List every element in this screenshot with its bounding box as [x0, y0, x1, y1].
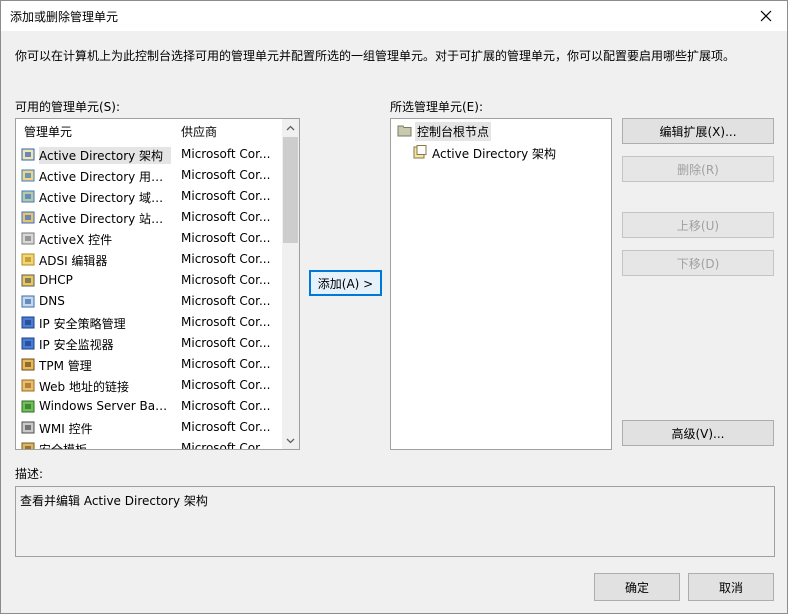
close-icon [760, 10, 772, 22]
list-item-vendor: Microsoft Cor... [181, 315, 271, 329]
scroll-thumb[interactable] [283, 137, 298, 243]
list-item[interactable]: ActiveX 控件 Microsoft Cor... [16, 228, 281, 249]
list-item-name: ActiveX 控件 [39, 233, 113, 247]
selected-snapins-tree[interactable]: 控制台根节点 Active Directory 架构 [390, 118, 612, 450]
list-item-name: Active Directory 站点... [39, 212, 171, 226]
chevron-down-icon [286, 438, 295, 443]
list-item-vendor: Microsoft Cor... [181, 168, 271, 182]
list-item[interactable]: DNS Microsoft Cor... [16, 291, 281, 312]
list-item[interactable]: Active Directory 架构 Microsoft Cor... [16, 144, 281, 165]
folder-icon [397, 125, 412, 137]
tpm-icon [21, 358, 35, 371]
list-item[interactable]: Web 地址的链接 Microsoft Cor... [16, 375, 281, 396]
cancel-button[interactable]: 取消 [688, 573, 774, 601]
list-item-vendor: Microsoft Cor... [181, 273, 271, 287]
list-item-name: Active Directory 架构 [39, 147, 171, 164]
list-item[interactable]: Active Directory 站点... Microsoft Cor... [16, 207, 281, 228]
column-header-vendor[interactable]: 供应商 [181, 123, 217, 140]
add-button[interactable]: 添加(A) > [309, 270, 382, 296]
schema-icon [21, 148, 35, 161]
list-item-vendor: Microsoft Cor... [181, 420, 271, 434]
list-item[interactable]: DHCP Microsoft Cor... [16, 270, 281, 291]
ipsec-monitor-icon [21, 337, 35, 350]
list-item-vendor: Microsoft Cor... [181, 357, 271, 371]
list-item-vendor: Microsoft Cor... [181, 252, 271, 266]
list-item-vendor: Microsoft Cor... [181, 189, 271, 203]
list-item-name: Active Directory 域和... [39, 191, 171, 205]
adsi-icon [21, 253, 35, 266]
dhcp-icon [21, 274, 35, 287]
sites-icon [21, 211, 35, 224]
window-title: 添加或删除管理单元 [10, 10, 119, 24]
selected-label: 所选管理单元(E): [390, 100, 483, 114]
advanced-button[interactable]: 高级(V)... [622, 420, 774, 446]
list-item[interactable]: Windows Server Bac... Microsoft Cor... [16, 396, 281, 417]
users-icon [21, 169, 35, 182]
activex-icon [21, 232, 35, 245]
scroll-down-button[interactable] [282, 432, 299, 449]
domains-icon [21, 190, 35, 203]
list-item-name: Active Directory 用户... [39, 170, 171, 184]
list-item[interactable]: 安全模板 Microsoft Cor... [16, 438, 281, 450]
description-text: 查看并编辑 Active Directory 架构 [20, 494, 208, 508]
list-item-vendor: Microsoft Cor... [181, 294, 271, 308]
move-down-button[interactable]: 下移(D) [622, 250, 774, 276]
chevron-up-icon [286, 125, 295, 130]
web-link-icon [21, 379, 35, 392]
available-snapins-list[interactable]: 管理单元 供应商 Active Directory 架构 Microsoft Co… [15, 118, 300, 450]
list-item-name: IP 安全监视器 [39, 338, 114, 352]
description-box: 查看并编辑 Active Directory 架构 [15, 486, 775, 557]
list-item-vendor: Microsoft Cor... [181, 378, 271, 392]
description-label: 描述: [15, 467, 44, 481]
list-item[interactable]: Active Directory 域和... Microsoft Cor... [16, 186, 281, 207]
list-header: 管理单元 供应商 [16, 119, 281, 141]
list-item-name: Web 地址的链接 [39, 380, 129, 394]
move-up-button[interactable]: 上移(U) [622, 212, 774, 238]
list-item[interactable]: IP 安全策略管理 Microsoft Cor... [16, 312, 281, 333]
list-item[interactable]: WMI 控件 Microsoft Cor... [16, 417, 281, 438]
list-item-vendor: Microsoft Cor... [181, 231, 271, 245]
list-item-name: 安全模板 [39, 443, 88, 450]
list-item-vendor: Microsoft Cor... [181, 336, 271, 350]
list-item-name: WMI 控件 [39, 422, 93, 436]
list-item-name: DNS [39, 294, 65, 308]
list-item-name: TPM 管理 [39, 359, 92, 373]
tree-child-label: Active Directory 架构 [432, 147, 557, 161]
add-remove-snapins-dialog: 添加或删除管理单元 你可以在计算机上为此控制台选择可用的管理单元并配置所选的一组… [0, 0, 788, 614]
remove-button[interactable]: 删除(R) [622, 156, 774, 182]
wmi-icon [21, 421, 35, 434]
list-item-name: IP 安全策略管理 [39, 317, 126, 331]
vertical-scrollbar[interactable] [282, 119, 299, 449]
list-item[interactable]: ADSI 编辑器 Microsoft Cor... [16, 249, 281, 270]
list-item-vendor: Microsoft Cor... [181, 147, 271, 161]
ipsec-policy-icon [21, 316, 35, 329]
ok-button[interactable]: 确定 [594, 573, 680, 601]
list-item-vendor: Microsoft Cor... [181, 441, 271, 450]
column-header-name[interactable]: 管理单元 [24, 123, 72, 140]
list-item[interactable]: TPM 管理 Microsoft Cor... [16, 354, 281, 375]
close-button[interactable] [745, 1, 787, 31]
list-item-name: Windows Server Bac... [39, 399, 171, 413]
schema-icon [413, 145, 427, 159]
list-item[interactable]: Active Directory 用户... Microsoft Cor... [16, 165, 281, 186]
backup-icon [21, 400, 35, 413]
list-item-name: ADSI 编辑器 [39, 254, 108, 268]
list-item-vendor: Microsoft Cor... [181, 399, 271, 413]
security-template-icon [21, 442, 35, 449]
intro-text: 你可以在计算机上为此控制台选择可用的管理单元并配置所选的一组管理单元。对于可扩展… [15, 49, 736, 63]
title-bar: 添加或删除管理单元 [1, 1, 787, 31]
list-item-vendor: Microsoft Cor... [181, 210, 271, 224]
list-item-name: DHCP [39, 273, 73, 287]
tree-root-label: 控制台根节点 [415, 122, 492, 141]
available-label: 可用的管理单元(S): [15, 100, 121, 114]
edit-extensions-button[interactable]: 编辑扩展(X)... [622, 118, 774, 144]
dns-icon [21, 295, 35, 308]
list-item[interactable]: IP 安全监视器 Microsoft Cor... [16, 333, 281, 354]
scroll-up-button[interactable] [282, 119, 299, 136]
